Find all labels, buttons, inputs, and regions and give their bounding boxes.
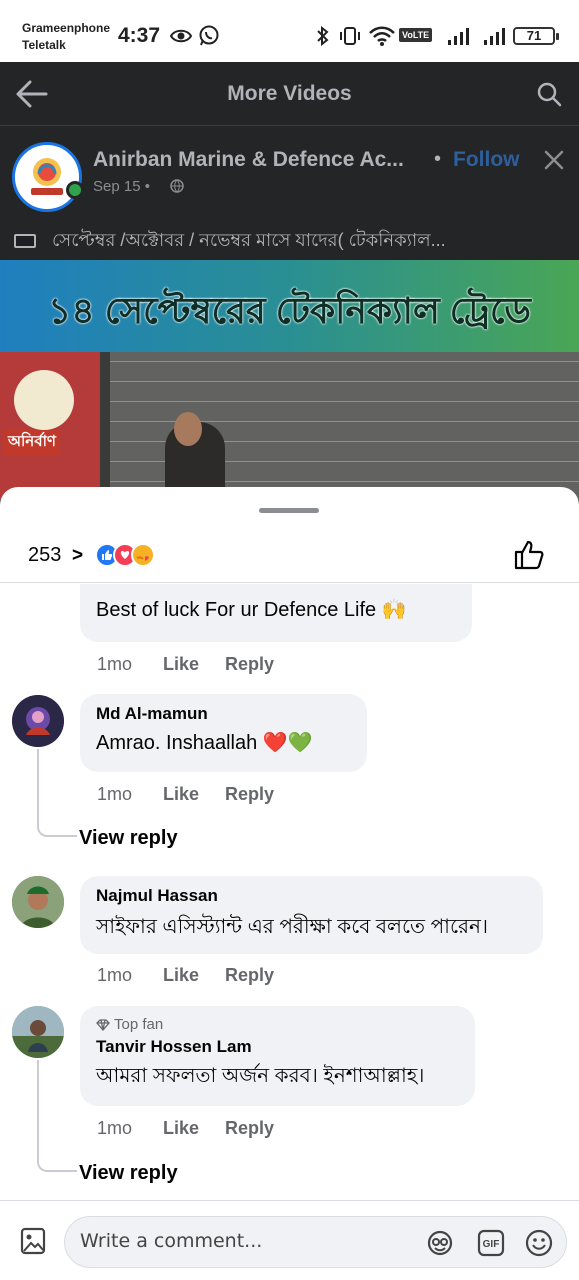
video-player[interactable]: ১৪ সেপ্টেম্বরের টেকনিক্যাল ট্রেডে অনির্ব… bbox=[0, 260, 579, 500]
signal-icon-2 bbox=[482, 25, 506, 47]
page-name[interactable]: Anirban Marine & Defence Ac... bbox=[93, 148, 428, 172]
reaction-icons[interactable] bbox=[95, 543, 155, 567]
comment-actions: 1mo Like Reply bbox=[97, 965, 287, 986]
comments-sheet: 253 > Best of luck For ur Defence Life 🙌… bbox=[0, 487, 579, 1280]
signal-icon-1 bbox=[446, 25, 470, 47]
photo-icon[interactable] bbox=[20, 1227, 46, 1255]
video-logo-text: অনির্বাণ bbox=[4, 430, 61, 455]
tv-icon bbox=[14, 234, 36, 249]
search-icon[interactable] bbox=[535, 80, 563, 108]
comment-bubble[interactable]: Md Al-mamun Amrao. Inshaallah ❤️💚 bbox=[80, 694, 367, 772]
like-comment-button[interactable]: Like bbox=[163, 654, 225, 675]
post-caption: সেপ্টেম্বর /অক্টোবর / নভেম্বর মাসে যাদের… bbox=[14, 226, 574, 257]
video-person-head bbox=[174, 412, 202, 446]
comment-bubble[interactable]: Top fan Tanvir Hossen Lam আমরা সফলতা অর্… bbox=[80, 1006, 475, 1106]
view-reply-link[interactable]: View reply bbox=[79, 827, 178, 850]
comment-actions: 1mo Like Reply bbox=[97, 1118, 287, 1139]
reaction-count[interactable]: 253 bbox=[28, 544, 61, 567]
video-banner: ১৪ সেপ্টেম্বরের টেকনিক্যাল ট্রেডে bbox=[0, 260, 579, 352]
comments-list: Best of luck For ur Defence Life 🙌 1mo L… bbox=[0, 584, 579, 1194]
comment-input[interactable]: Write a comment... GIF bbox=[64, 1216, 567, 1268]
avatar-sticker-icon[interactable] bbox=[425, 1229, 455, 1257]
avatar[interactable] bbox=[12, 876, 64, 928]
emoji-icon[interactable] bbox=[525, 1229, 553, 1257]
page-avatar[interactable] bbox=[12, 142, 82, 212]
comment-time: 1mo bbox=[97, 784, 133, 804]
comment-composer: Write a comment... GIF bbox=[0, 1200, 579, 1280]
comment-time: 1mo bbox=[97, 1118, 133, 1138]
follow-button[interactable]: Follow bbox=[453, 148, 520, 172]
comment-actions: 1mo Like Reply bbox=[97, 784, 287, 805]
svg-text:GIF: GIF bbox=[483, 1239, 500, 1250]
video-logo bbox=[14, 370, 74, 430]
comment-author[interactable]: Md Al-mamun bbox=[96, 704, 351, 724]
top-bar: More Videos bbox=[0, 62, 579, 126]
carrier-1: Grameenphone bbox=[22, 21, 111, 35]
vibrate-icon bbox=[338, 25, 362, 47]
diamond-icon bbox=[96, 1018, 110, 1031]
reactions-row: 253 > bbox=[0, 531, 579, 583]
reply-comment-button[interactable]: Reply bbox=[225, 654, 287, 675]
comment-author[interactable]: Najmul Hassan bbox=[96, 886, 527, 906]
top-fan-label: Top fan bbox=[114, 1016, 164, 1033]
eye-icon bbox=[170, 25, 192, 47]
bluetooth-icon bbox=[316, 25, 330, 47]
like-comment-button[interactable]: Like bbox=[163, 965, 225, 986]
name-separator: • bbox=[434, 148, 442, 170]
caption-text: সেপ্টেম্বর /অক্টোবর / নভেম্বর মাসে যাদের… bbox=[52, 230, 446, 250]
page-title: More Videos bbox=[227, 82, 352, 105]
comment-time: 1mo bbox=[97, 965, 133, 985]
carrier-2: Teletalk bbox=[22, 38, 66, 52]
comment-text: Best of luck For ur Defence Life 🙌 bbox=[96, 599, 407, 621]
comment-placeholder: Write a comment... bbox=[80, 1230, 263, 1252]
wifi-icon bbox=[368, 25, 396, 47]
close-icon[interactable] bbox=[540, 146, 568, 174]
comment-actions: 1mo Like Reply bbox=[97, 654, 287, 675]
sheet-drag-handle[interactable] bbox=[259, 508, 319, 513]
avatar[interactable] bbox=[12, 1006, 64, 1058]
video-banner-text: ১৪ সেপ্টেম্বরের টেকনিক্যাল ট্রেডে bbox=[48, 290, 531, 331]
volte-badge: VoLTE bbox=[399, 28, 433, 42]
comment-bubble[interactable]: Best of luck For ur Defence Life 🙌 bbox=[80, 584, 472, 642]
reply-comment-button[interactable]: Reply bbox=[225, 1118, 287, 1139]
comment-time: 1mo bbox=[97, 654, 133, 674]
status-time: 4:37 bbox=[118, 24, 161, 47]
comment-text: আমরা সফলতা অর্জন করব। ইনশাআল্লাহ। bbox=[96, 1065, 425, 1087]
post-header: Anirban Marine & Defence Ac... • Follow … bbox=[0, 126, 579, 260]
comment-text: Amrao. Inshaallah ❤️💚 bbox=[96, 732, 313, 754]
video-frame: অনির্বাণ bbox=[0, 352, 579, 500]
thread-line bbox=[37, 1060, 77, 1172]
comment-author[interactable]: Tanvir Hossen Lam bbox=[96, 1037, 459, 1057]
chevron-right-icon[interactable]: > bbox=[72, 545, 83, 567]
thread-line bbox=[37, 749, 77, 837]
reply-comment-button[interactable]: Reply bbox=[225, 784, 287, 805]
globe-icon bbox=[170, 179, 184, 193]
comment-bubble[interactable]: Najmul Hassan সাইফার এসিস্ট্যান্ট এর পরী… bbox=[80, 876, 543, 954]
video-side-banner: অনির্বাণ bbox=[0, 352, 100, 500]
online-status-dot bbox=[66, 181, 84, 199]
post-date: Sep 15 • bbox=[93, 178, 150, 195]
battery-indicator: 71 bbox=[513, 27, 559, 45]
comment-text: সাইফার এসিস্ট্যান্ট এর পরীক্ষা কবে বলতে … bbox=[96, 916, 489, 938]
care-reaction-icon bbox=[131, 543, 155, 567]
reply-comment-button[interactable]: Reply bbox=[225, 965, 287, 986]
like-comment-button[interactable]: Like bbox=[163, 784, 225, 805]
avatar[interactable] bbox=[12, 695, 64, 747]
view-reply-link[interactable]: View reply bbox=[79, 1162, 178, 1185]
like-button-icon[interactable] bbox=[513, 539, 545, 571]
status-bar: Grameenphone Teletalk 4:37 VoLTE 71 bbox=[0, 0, 579, 62]
like-comment-button[interactable]: Like bbox=[163, 1118, 225, 1139]
top-fan-badge: Top fan bbox=[96, 1016, 459, 1033]
gif-icon[interactable]: GIF bbox=[477, 1229, 505, 1257]
whatsapp-icon bbox=[198, 25, 220, 47]
